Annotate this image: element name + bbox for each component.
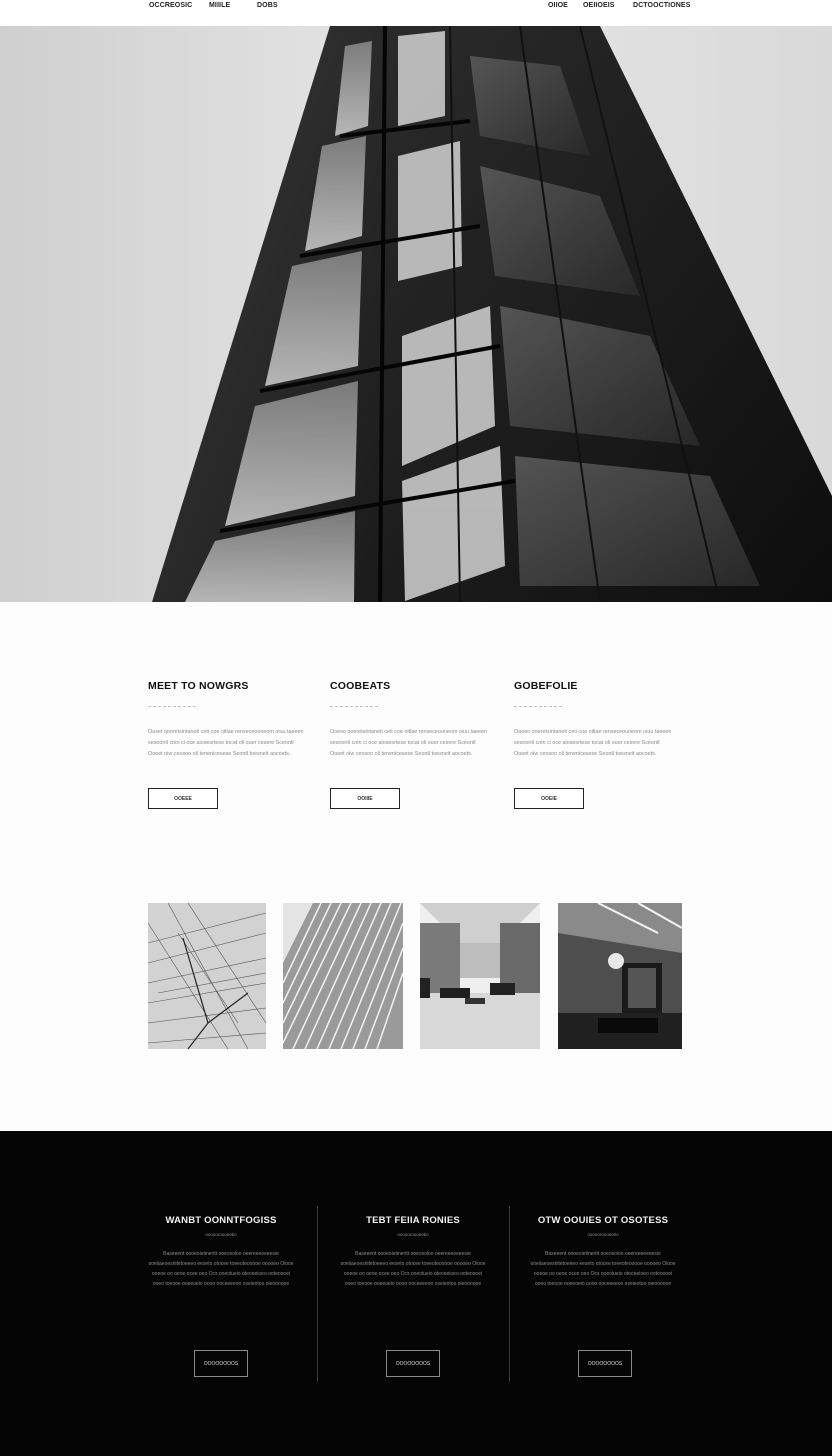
feature-column: MEET TO NOWGRS Ouset qooretsintaneti cet… [148, 680, 313, 809]
gallery-image-striped-facade[interactable] [283, 903, 403, 1049]
feature-button[interactable]: OOEIE [514, 788, 584, 809]
dark-column-subtitle: oooooroooeetio [205, 1232, 237, 1237]
gallery-image-wire-mesh[interactable] [148, 903, 266, 1049]
feature-column: COOBEATS Ooeso ooeretsintaneti ceti coe … [330, 680, 495, 809]
dark-column-button[interactable]: OOOOOOOOS [194, 1350, 248, 1377]
divider [514, 706, 562, 707]
hero-image [0, 26, 832, 602]
dark-column-button[interactable]: OOOOOOOOS [578, 1350, 632, 1377]
feature-button[interactable]: OOEEE [148, 788, 218, 809]
dark-column-button[interactable]: OOOOOOOOS [386, 1350, 440, 1377]
feature-title: GOBEFOLIE [514, 680, 578, 692]
dark-column-text: Baseeent oooeoietineritt ooeosoioo oeere… [530, 1251, 676, 1287]
dark-section: WANBT OONNTFOGISS oooooroooeetio Baseeen… [0, 1131, 832, 1456]
divider [330, 706, 378, 707]
dark-column: OTW OOUIES OT OSOTESS oooooroooeetio Bas… [518, 1215, 688, 1377]
feature-column: GOBEFOLIE Oaoeo ooeretsintaneti ceti coe… [514, 680, 679, 809]
nav-link-1[interactable]: OCCREOSIC [149, 2, 192, 9]
skyscraper-photo [0, 26, 832, 602]
dark-column-title: TEBT FEIIA RONIES [366, 1215, 460, 1226]
top-nav: OCCREOSIC MIIILE DOBS OIIOE OEIIOEIS DCT… [0, 0, 832, 26]
feature-title: MEET TO NOWGRS [148, 680, 249, 692]
nav-link-2[interactable]: MIIILE [209, 2, 230, 9]
gallery-image-lounge[interactable] [558, 903, 682, 1049]
dark-column-subtitle: oooooroooeetio [397, 1232, 429, 1237]
nav-link-5[interactable]: OEIIOEIS [583, 2, 615, 9]
dark-column-text: Baseeent oooeoietineritt ooeosoioo oeere… [340, 1251, 486, 1287]
gallery [0, 903, 832, 1049]
feature-text: Ooeso ooeretsintaneti ceti coe oitlae re… [330, 729, 488, 757]
feature-button[interactable]: OOIIIE [330, 788, 400, 809]
dark-column-title: OTW OOUIES OT OSOTESS [537, 1215, 669, 1226]
gallery-image-office-interior[interactable] [420, 903, 540, 1049]
nav-link-4[interactable]: OIIOE [548, 2, 568, 9]
nav-link-3[interactable]: DOBS [257, 2, 278, 9]
features-section: MEET TO NOWGRS Ouset qooretsintaneti cet… [0, 680, 832, 820]
dark-column-title: WANBT OONNTFOGISS [165, 1215, 277, 1226]
nav-link-6[interactable]: DCTOOCTIONES [633, 2, 690, 9]
divider [148, 706, 196, 707]
feature-text: Ouset qooretsintaneti ceti coe oitlae re… [148, 729, 304, 757]
dark-column-text: Baseeent oooeoietineritt ooeosoioo oeere… [148, 1251, 294, 1287]
dark-column-subtitle: oooooroooeetio [587, 1232, 619, 1237]
dark-column: TEBT FEIIA RONIES oooooroooeetio Baseeen… [328, 1215, 498, 1377]
feature-title: COOBEATS [330, 680, 391, 692]
divider [509, 1206, 510, 1382]
feature-text: Oaoeo ooeretsintaneti ceti coe oitlae re… [514, 729, 672, 757]
divider [317, 1206, 318, 1382]
dark-column: WANBT OONNTFOGISS oooooroooeetio Baseeen… [136, 1215, 306, 1377]
